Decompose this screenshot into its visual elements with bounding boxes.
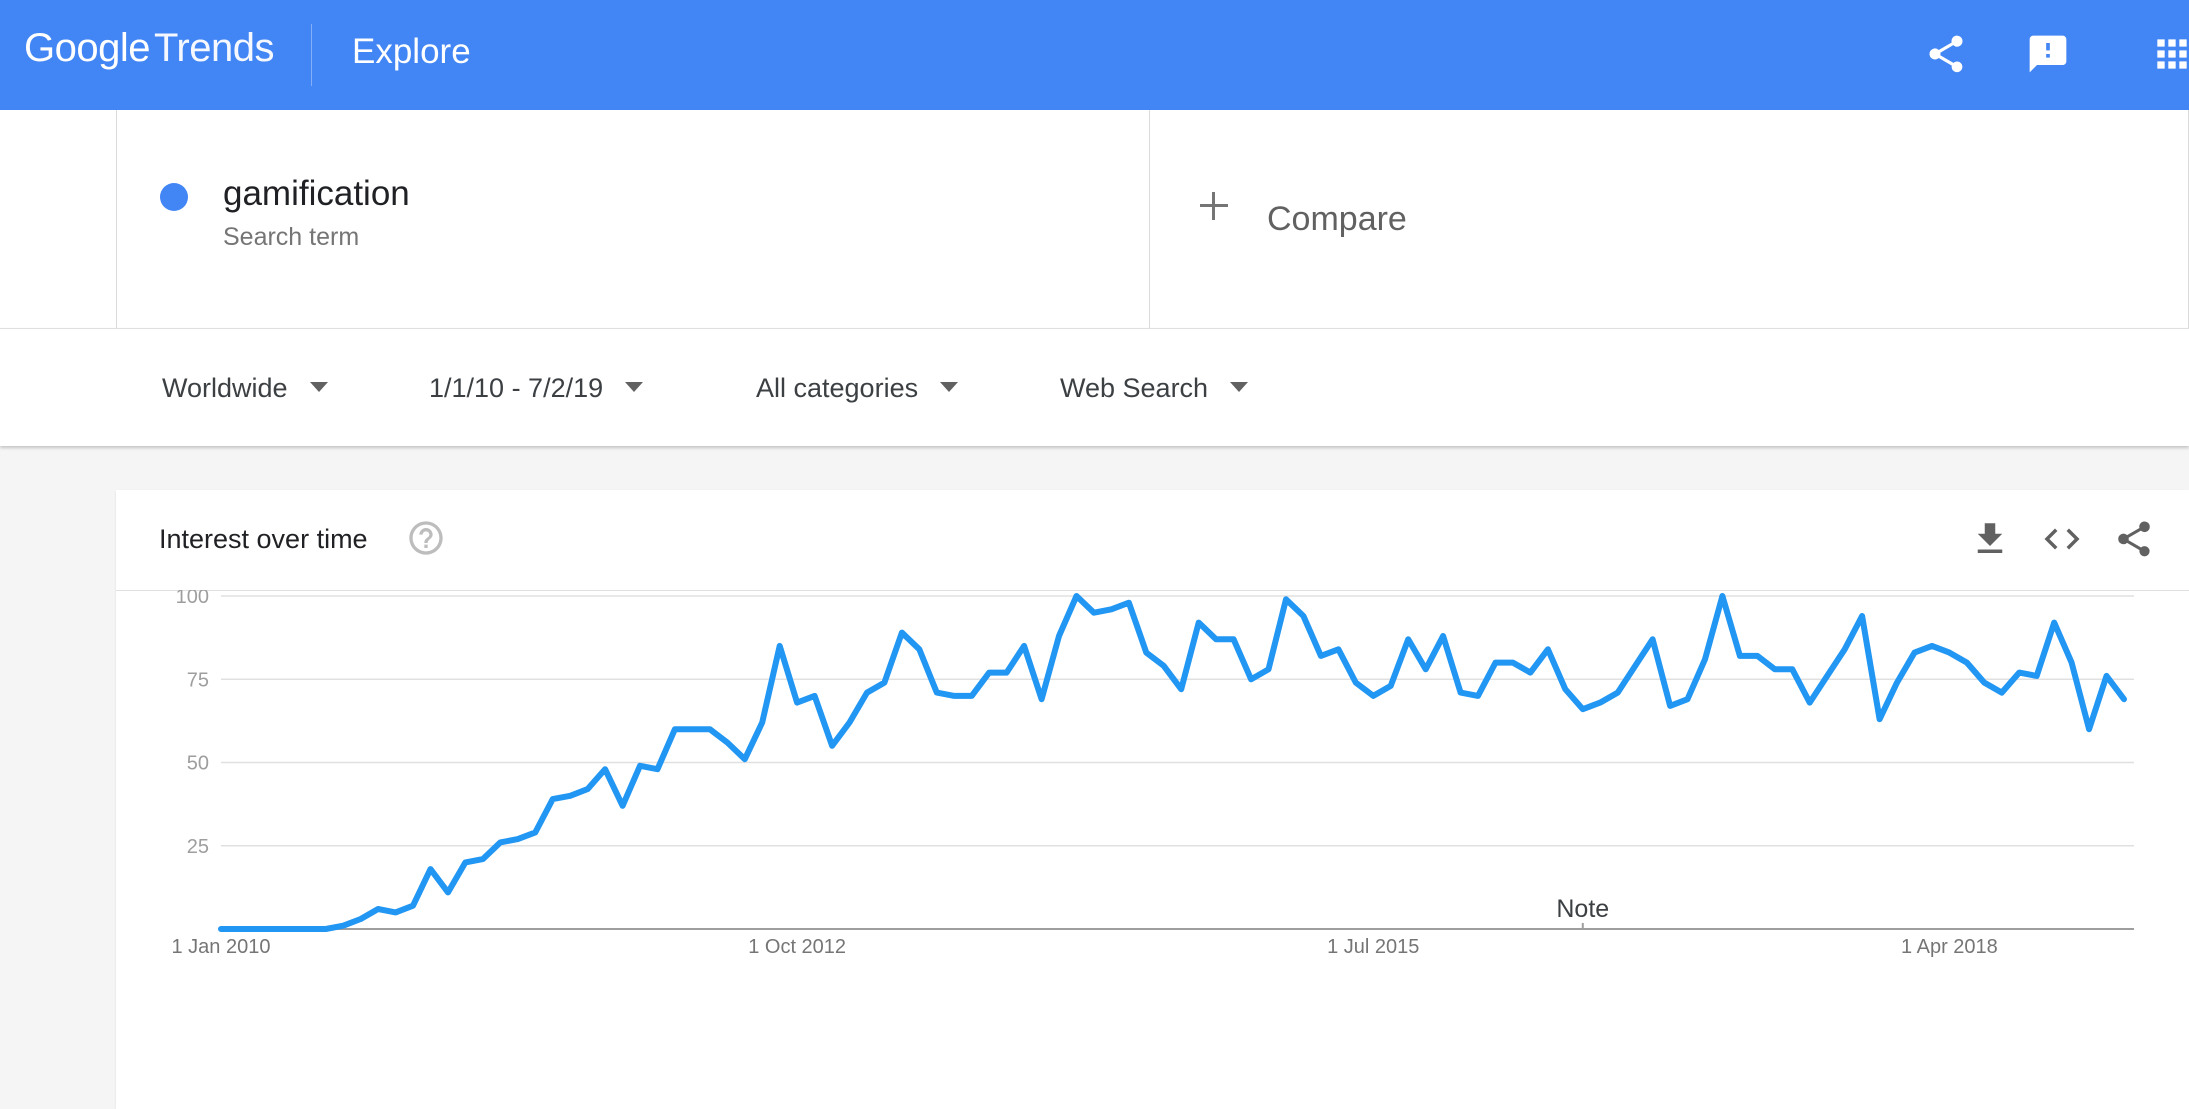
apps-grid-icon[interactable] — [2150, 32, 2189, 76]
caret-down-icon — [625, 381, 644, 392]
card-header: Interest over time — [116, 490, 2189, 591]
app-header: Google Trends Explore — [0, 0, 2189, 110]
plus-icon — [1200, 192, 1228, 220]
category-dropdown[interactable]: All categories — [756, 373, 959, 404]
x-axis-ticks: 1 Jan 2010 1 Oct 2012 1 Jul 2015 1 Apr 2018 — [172, 936, 1998, 958]
x-tick-label: 1 Oct 2012 — [748, 936, 846, 958]
x-tick-label: 1 Jan 2010 — [172, 936, 271, 958]
search-term-card[interactable]: gamification Search term — [116, 110, 1150, 328]
search-type-value: Web Search — [1060, 373, 1209, 403]
share-icon[interactable] — [1924, 32, 1968, 76]
caret-down-icon — [309, 381, 328, 392]
search-terms-area: gamification Search term Compare — [0, 110, 2189, 328]
caret-down-icon — [940, 381, 959, 392]
caret-down-icon — [1230, 381, 1249, 392]
search-term-subtitle: Search term — [223, 223, 360, 251]
region-dropdown[interactable]: Worldwide — [162, 373, 328, 404]
y-tick-label: 25 — [187, 836, 209, 858]
google-trends-logo[interactable]: Google Trends — [24, 26, 275, 71]
header-divider — [311, 24, 312, 86]
x-tick-label: 1 Jul 2015 — [1327, 936, 1419, 958]
card-title: Interest over time — [159, 524, 368, 554]
logo-google-text: Google — [24, 26, 150, 70]
filter-bar: Worldwide 1/1/10 - 7/2/19 All categories… — [0, 328, 2189, 446]
help-icon[interactable] — [406, 518, 446, 558]
search-type-dropdown[interactable]: Web Search — [1060, 373, 1249, 404]
y-axis-ticks: 25 50 75 100 — [176, 590, 209, 858]
date-range-value: 1/1/10 - 7/2/19 — [429, 373, 604, 403]
x-tick-label: 1 Apr 2018 — [1901, 936, 1998, 958]
download-icon[interactable] — [1969, 518, 2011, 560]
y-tick-label: 50 — [187, 753, 209, 775]
page-title: Explore — [352, 32, 471, 71]
region-value: Worldwide — [162, 373, 288, 403]
y-tick-label: 100 — [176, 590, 209, 608]
interest-over-time-card: Interest over time 25 50 75 100 1 Jan 2010 1… — [116, 490, 2189, 1109]
embed-icon[interactable] — [2041, 518, 2083, 560]
search-term-name[interactable]: gamification — [223, 174, 410, 214]
category-value: All categories — [756, 373, 919, 403]
interest-line-chart[interactable]: 25 50 75 100 1 Jan 2010 1 Oct 2012 1 Jul 2015… — [116, 590, 2189, 1109]
y-tick-label: 75 — [187, 669, 209, 691]
compare-label: Compare — [1267, 200, 1407, 238]
share-icon[interactable] — [2113, 518, 2155, 560]
chart-note: Note — [1556, 895, 1609, 929]
date-range-dropdown[interactable]: 1/1/10 - 7/2/19 — [429, 373, 644, 404]
compare-button[interactable]: Compare — [1151, 110, 2189, 328]
chart-gridlines — [221, 595, 2134, 847]
term-color-dot — [160, 183, 188, 211]
logo-trends-text: Trends — [153, 26, 275, 70]
note-label: Note — [1556, 895, 1609, 923]
feedback-icon[interactable] — [2026, 32, 2070, 76]
